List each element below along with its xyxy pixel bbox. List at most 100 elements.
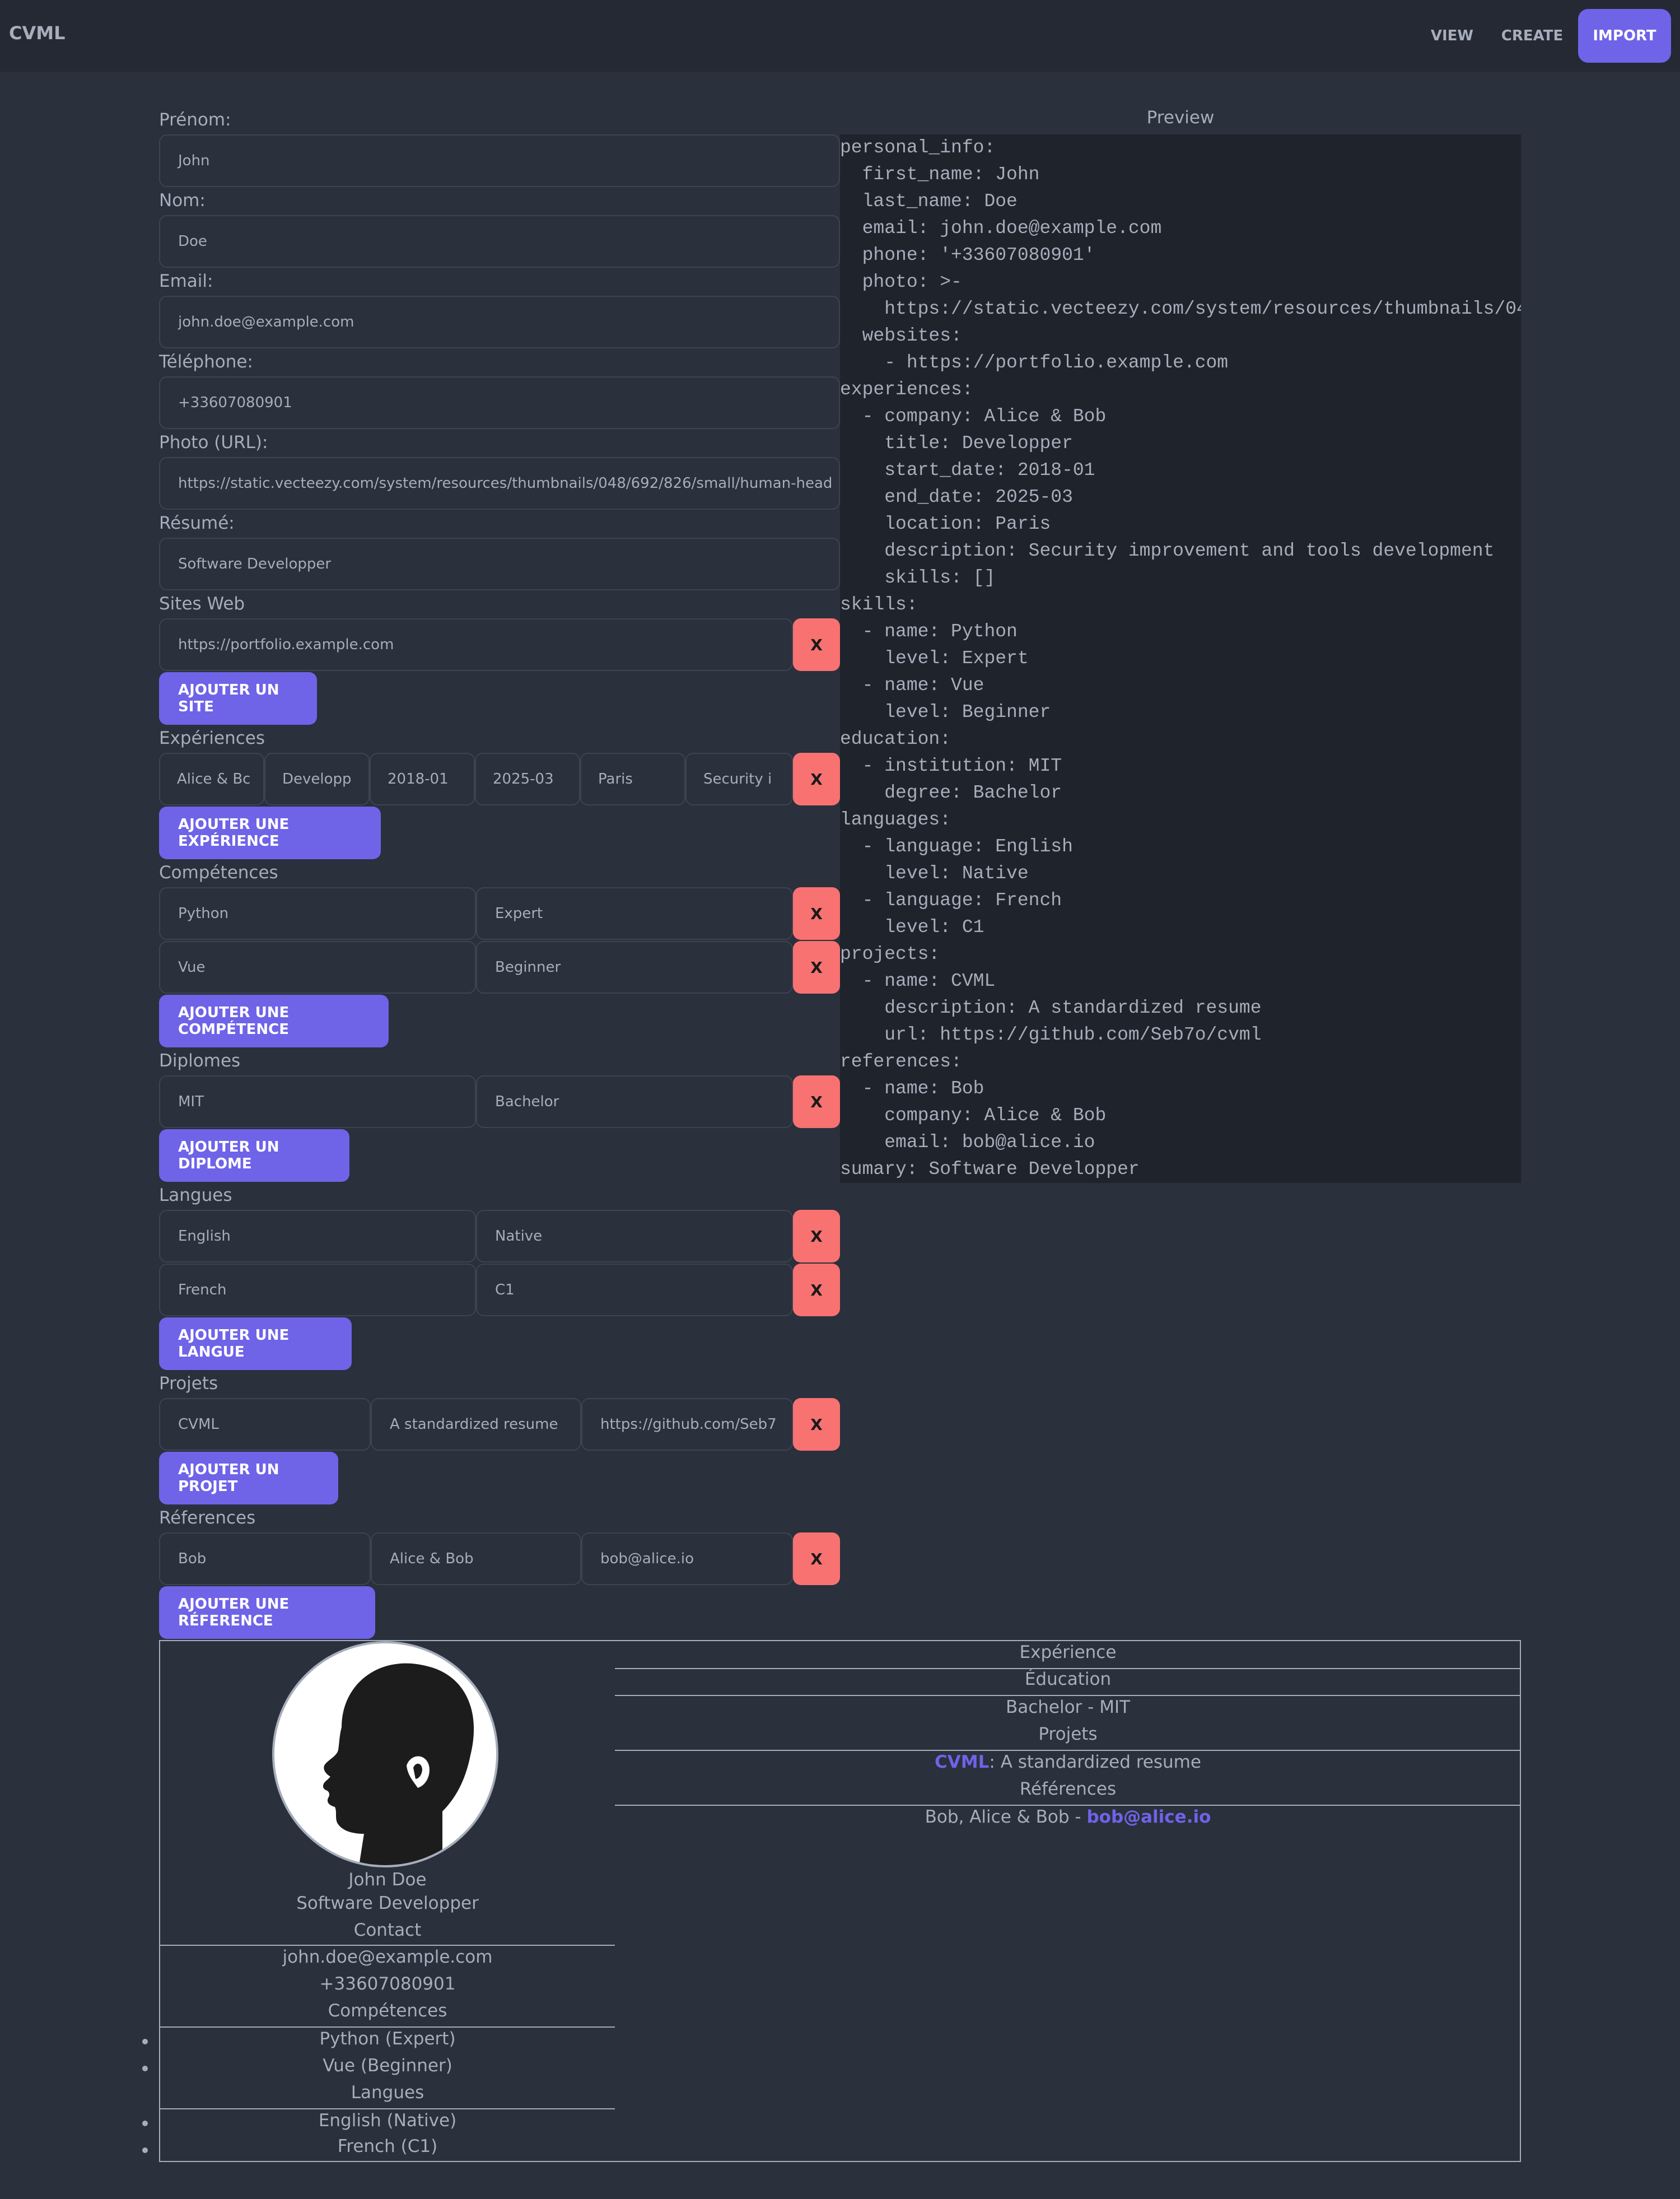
cv-render: John Doe Software Developper Contact joh…	[142, 1640, 1521, 2162]
cv-skills-heading: Compétences	[328, 2001, 447, 2021]
add-experience-button[interactable]: AJOUTER UNE EXPÉRIENCE	[159, 807, 381, 859]
skill-level-input[interactable]: Expert	[476, 887, 793, 940]
yaml-line: - https://portfolio.example.com	[840, 352, 1229, 373]
experience-start-date-input[interactable]: 2018-01	[370, 753, 475, 805]
cv-project-description: : A standardized resume	[989, 1752, 1201, 1772]
first-name-input[interactable]: John	[159, 134, 840, 187]
remove-diploma-button[interactable]: X	[793, 1075, 840, 1128]
experience-description-input[interactable]: Security i	[685, 753, 793, 805]
bullet	[142, 2066, 148, 2071]
yaml-line: references:	[840, 1051, 962, 1072]
yaml-line: - name: CVML	[840, 971, 996, 991]
yaml-line: - name: Bob	[840, 1078, 984, 1099]
create-button[interactable]: CREATE	[1493, 9, 1571, 63]
cv-main: Expérience Éducation Bachelor - MIT Proj…	[615, 1641, 1521, 2161]
add-reference-button[interactable]: AJOUTER UNE RÉFERENCE	[159, 1586, 375, 1639]
profile-photo	[272, 1641, 498, 1867]
remove-skill-button[interactable]: X	[793, 887, 840, 940]
cv-contact-heading: Contact	[353, 1920, 422, 1940]
remove-language-button[interactable]: X	[793, 1264, 840, 1316]
remove-language-button[interactable]: X	[793, 1210, 840, 1262]
yaml-line: education:	[840, 729, 951, 749]
cv-name: John Doe	[348, 1870, 427, 1890]
photo-url-label: Photo (URL):	[159, 432, 268, 453]
yaml-line: level: C1	[840, 917, 984, 938]
project-description-input[interactable]: A standardized resume	[371, 1398, 581, 1451]
yaml-line: - institution: MIT	[840, 756, 1062, 776]
language-level-input[interactable]: Native	[476, 1210, 793, 1262]
cv-education-heading: Éducation	[1024, 1669, 1112, 1689]
yaml-line: email: bob@alice.io	[840, 1132, 1095, 1153]
remove-skill-button[interactable]: X	[793, 941, 840, 994]
add-site-button[interactable]: AJOUTER UN SITE	[159, 672, 317, 725]
bullet	[142, 2147, 148, 2153]
reference-company-input[interactable]: Alice & Bob	[371, 1532, 581, 1585]
add-project-button[interactable]: AJOUTER UN PROJET	[159, 1452, 338, 1504]
yaml-preview[interactable]: personal_info: first_name: John last_nam…	[840, 134, 1521, 1183]
cv-language-item: English (Native)	[318, 2111, 457, 2131]
yaml-line: company: Alice & Bob	[840, 1105, 1107, 1126]
photo-url-input[interactable]: https://static.vecteezy.com/system/resou…	[159, 457, 840, 510]
yaml-line: degree: Bachelor	[840, 782, 1062, 803]
experience-company-input[interactable]: Alice & Bc	[159, 753, 264, 805]
view-button[interactable]: VIEW	[1419, 9, 1485, 63]
experience-location-input[interactable]: Paris	[580, 753, 685, 805]
yaml-line: skills:	[840, 594, 918, 615]
experiences-label: Expériences	[159, 728, 265, 748]
yaml-line: - language: French	[840, 890, 1062, 911]
diploma-degree-input[interactable]: Bachelor	[476, 1075, 793, 1128]
import-button[interactable]: IMPORT	[1578, 9, 1671, 63]
remove-project-button[interactable]: X	[793, 1398, 840, 1451]
cv-reference-text: Bob, Alice & Bob -	[925, 1807, 1087, 1827]
phone-label: Téléphone:	[159, 352, 253, 372]
head-silhouette-icon	[323, 1663, 474, 1865]
email-input[interactable]: john.doe@example.com	[159, 296, 840, 348]
project-url-input[interactable]: https://github.com/Seb7	[581, 1398, 793, 1451]
skill-level-input[interactable]: Beginner	[476, 941, 793, 994]
project-name-input[interactable]: CVML	[159, 1398, 371, 1451]
remove-reference-button[interactable]: X	[793, 1532, 840, 1585]
language-name-input[interactable]: French	[159, 1264, 476, 1316]
bullet	[142, 2039, 148, 2044]
cv-skill-item: Python (Expert)	[319, 2029, 456, 2049]
cv-reference-item: Bob, Alice & Bob - bob@alice.io	[615, 1807, 1521, 1827]
website-input[interactable]: https://portfolio.example.com	[159, 618, 793, 671]
remove-website-button[interactable]: X	[793, 618, 840, 671]
yaml-line: - company: Alice & Bob	[840, 406, 1107, 427]
summary-input[interactable]: Software Developper	[159, 538, 840, 590]
yaml-line: - name: Python	[840, 621, 1018, 642]
skill-name-input[interactable]: Vue	[159, 941, 476, 994]
phone-input[interactable]: +33607080901	[159, 376, 840, 429]
yaml-line: start_date: 2018-01	[840, 460, 1095, 481]
yaml-line: location: Paris	[840, 514, 1051, 534]
experience-end-date-input[interactable]: 2025-03	[475, 753, 580, 805]
remove-experience-button[interactable]: X	[793, 753, 840, 805]
language-name-input[interactable]: English	[159, 1210, 476, 1262]
yaml-line: description: A standardized resume	[840, 998, 1262, 1018]
cv-education-item: Bachelor - MIT	[1005, 1697, 1131, 1717]
reference-name-input[interactable]: Bob	[159, 1532, 371, 1585]
language-level-input[interactable]: C1	[476, 1264, 793, 1316]
add-skill-button[interactable]: AJOUTER UNE COMPÉTENCE	[159, 995, 389, 1047]
last-name-input[interactable]: Doe	[159, 215, 840, 268]
add-diploma-button[interactable]: AJOUTER UN DIPLOME	[159, 1129, 349, 1182]
skills-label: Compétences	[159, 863, 278, 883]
diploma-institution-input[interactable]: MIT	[159, 1075, 476, 1128]
experience-title-input[interactable]: Developp	[264, 753, 370, 805]
yaml-line: phone: '+33607080901'	[840, 245, 1095, 265]
bullet	[142, 2121, 148, 2126]
projects-label: Projets	[159, 1373, 218, 1394]
cv-summary: Software Developper	[296, 1893, 479, 1913]
yaml-line: email: john.doe@example.com	[840, 218, 1162, 239]
yaml-line: experiences:	[840, 379, 973, 400]
websites-label: Sites Web	[159, 594, 245, 614]
yaml-line: level: Beginner	[840, 702, 1051, 723]
reference-email-input[interactable]: bob@alice.io	[581, 1532, 793, 1585]
app-brand[interactable]: CVML	[9, 22, 65, 44]
yaml-line: personal_info:	[840, 137, 996, 158]
add-language-button[interactable]: AJOUTER UNE LANGUE	[159, 1317, 352, 1370]
cv-experience-heading: Expérience	[1019, 1642, 1117, 1662]
cv-reference-email-link[interactable]: bob@alice.io	[1086, 1807, 1211, 1827]
cv-project-link[interactable]: CVML	[935, 1752, 989, 1772]
skill-name-input[interactable]: Python	[159, 887, 476, 940]
